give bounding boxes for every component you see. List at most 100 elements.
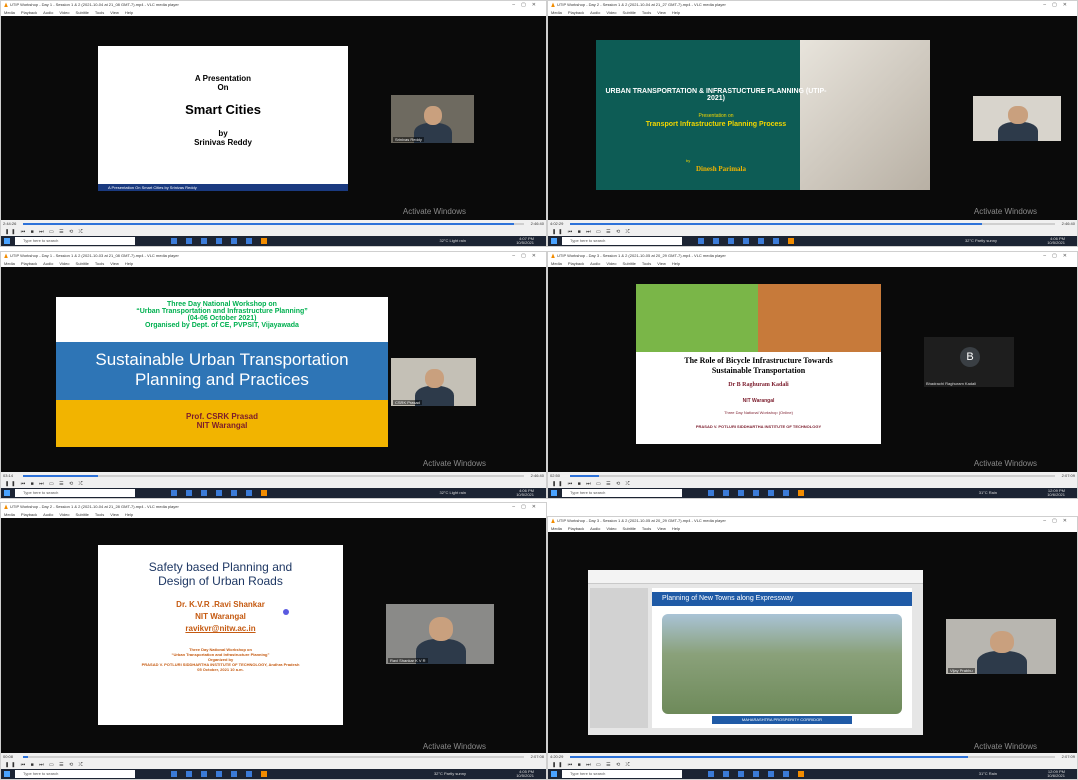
menu-audio[interactable]: Audio xyxy=(43,512,53,517)
app-icon[interactable] xyxy=(753,490,759,496)
app-icon[interactable] xyxy=(788,238,794,244)
window-controls[interactable]: –▢✕ xyxy=(1043,1,1073,9)
menu-playback[interactable]: Playback xyxy=(568,261,584,266)
start-icon[interactable] xyxy=(4,771,10,777)
app-icon[interactable] xyxy=(738,771,744,777)
seek-track[interactable] xyxy=(570,223,1055,225)
menu-tools[interactable]: Tools xyxy=(95,10,104,15)
app-icon[interactable] xyxy=(171,238,177,244)
start-icon[interactable] xyxy=(4,490,10,496)
app-icon[interactable] xyxy=(728,238,734,244)
menu-subtitle[interactable]: Subtitle xyxy=(623,526,636,531)
weather-status[interactable]: 31°C Rain xyxy=(979,769,997,779)
menu-view[interactable]: View xyxy=(110,261,119,266)
menu-subtitle[interactable]: Subtitle xyxy=(76,512,89,517)
menu-media[interactable]: Media xyxy=(551,526,562,531)
menu-help[interactable]: Help xyxy=(672,526,680,531)
taskbar-search[interactable]: Type here to search xyxy=(15,237,135,245)
seek-bar[interactable]: 4:20:29 2:07:09 xyxy=(548,753,1077,761)
app-icon[interactable] xyxy=(216,490,222,496)
app-icon[interactable] xyxy=(201,771,207,777)
app-icon[interactable] xyxy=(231,490,237,496)
menu-subtitle[interactable]: Subtitle xyxy=(623,10,636,15)
video-area[interactable]: The Role of Bicycle Infrastructure Towar… xyxy=(548,267,1077,472)
menu-video[interactable]: Video xyxy=(59,10,69,15)
menu-media[interactable]: Media xyxy=(551,10,562,15)
app-icon[interactable] xyxy=(231,238,237,244)
seek-bar[interactable]: 02:50 2:07:09 xyxy=(548,472,1077,480)
taskbar-search[interactable]: Type here to search xyxy=(562,237,682,245)
menu-video[interactable]: Video xyxy=(606,261,616,266)
app-icon[interactable] xyxy=(186,238,192,244)
seek-track[interactable] xyxy=(570,475,1055,477)
menu-audio[interactable]: Audio xyxy=(43,10,53,15)
start-icon[interactable] xyxy=(551,771,557,777)
menu-playback[interactable]: Playback xyxy=(21,261,37,266)
menu-subtitle[interactable]: Subtitle xyxy=(76,10,89,15)
playback-controls[interactable]: ❚❚ ⏮ ■ ⏭ ▭ ☰ ⟲ ⤮ xyxy=(548,480,1077,488)
seek-track[interactable] xyxy=(23,223,524,225)
menu-tools[interactable]: Tools xyxy=(642,261,651,266)
app-icon[interactable] xyxy=(738,490,744,496)
menu-help[interactable]: Help xyxy=(125,10,133,15)
menu-playback[interactable]: Playback xyxy=(21,512,37,517)
menu-tools[interactable]: Tools xyxy=(95,512,104,517)
video-area[interactable]: A Presentation On Smart Cities by Sriniv… xyxy=(1,16,546,220)
app-icon[interactable] xyxy=(261,238,267,244)
clock[interactable]: 12:09 PM 10/6/2021 xyxy=(1047,489,1065,497)
app-icon[interactable] xyxy=(246,771,252,777)
app-icon[interactable] xyxy=(261,490,267,496)
video-area[interactable]: URBAN TRANSPORTATION & INFRASTUCTURE PLA… xyxy=(548,16,1077,220)
clock[interactable]: 4:05 PM 10/5/2021 xyxy=(516,770,534,778)
menu-subtitle[interactable]: Subtitle xyxy=(76,261,89,266)
menu-view[interactable]: View xyxy=(110,10,119,15)
weather-status[interactable]: 32°C Partly sunny xyxy=(965,236,997,246)
playback-controls[interactable]: ❚❚ ⏮ ■ ⏭ ▭ ☰ ⟲ ⤮ xyxy=(1,228,546,236)
playback-controls[interactable]: ❚❚ ⏮ ■ ⏭ ▭ ☰ ⟲ ⤮ xyxy=(548,228,1077,236)
app-icon[interactable] xyxy=(186,771,192,777)
app-icon[interactable] xyxy=(743,238,749,244)
menu-video[interactable]: Video xyxy=(59,512,69,517)
menu-media[interactable]: Media xyxy=(551,261,562,266)
video-area[interactable]: Safety based Planning and Design of Urba… xyxy=(1,518,546,753)
window-controls[interactable]: –▢✕ xyxy=(1043,252,1073,260)
taskbar-search[interactable]: Type here to search xyxy=(15,770,135,778)
seek-bar[interactable]: 4:02:29 2:46:40 xyxy=(548,220,1077,228)
menu-help[interactable]: Help xyxy=(672,261,680,266)
menu-help[interactable]: Help xyxy=(672,10,680,15)
menu-audio[interactable]: Audio xyxy=(590,10,600,15)
taskbar-search[interactable]: Type here to search xyxy=(15,489,135,497)
menu-video[interactable]: Video xyxy=(606,10,616,15)
menu-playback[interactable]: Playback xyxy=(568,526,584,531)
video-area[interactable]: Three Day National Workshop on “Urban Tr… xyxy=(1,267,546,472)
weather-status[interactable]: 32°C Light rain xyxy=(439,488,466,498)
menu-tools[interactable]: Tools xyxy=(95,261,104,266)
menu-audio[interactable]: Audio xyxy=(43,261,53,266)
clock[interactable]: 4:07 PM 10/5/2021 xyxy=(516,237,534,245)
menu-playback[interactable]: Playback xyxy=(568,10,584,15)
menu-media[interactable]: Media xyxy=(4,261,15,266)
playback-controls[interactable]: ❚❚ ⏮ ■ ⏭ ▭ ☰ ⟲ ⤮ xyxy=(1,761,546,769)
menu-media[interactable]: Media xyxy=(4,10,15,15)
window-controls[interactable]: –▢✕ xyxy=(512,252,542,260)
menu-playback[interactable]: Playback xyxy=(21,10,37,15)
clock[interactable]: 12:09 PM 10/6/2021 xyxy=(1047,770,1065,778)
app-icon[interactable] xyxy=(261,771,267,777)
window-controls[interactable]: –▢✕ xyxy=(1043,517,1073,525)
weather-status[interactable]: 32°C Partly sunny xyxy=(434,769,466,779)
app-icon[interactable] xyxy=(708,771,714,777)
app-icon[interactable] xyxy=(758,238,764,244)
menu-view[interactable]: View xyxy=(657,261,666,266)
app-icon[interactable] xyxy=(216,771,222,777)
seek-track[interactable] xyxy=(23,756,524,758)
app-icon[interactable] xyxy=(246,238,252,244)
window-controls[interactable]: –▢✕ xyxy=(512,503,542,511)
start-icon[interactable] xyxy=(551,490,557,496)
menu-video[interactable]: Video xyxy=(59,261,69,266)
app-icon[interactable] xyxy=(798,771,804,777)
app-icon[interactable] xyxy=(186,490,192,496)
app-icon[interactable] xyxy=(231,771,237,777)
weather-status[interactable]: 32°C Light rain xyxy=(439,236,466,246)
app-icon[interactable] xyxy=(713,238,719,244)
weather-status[interactable]: 31°C Rain xyxy=(979,488,997,498)
